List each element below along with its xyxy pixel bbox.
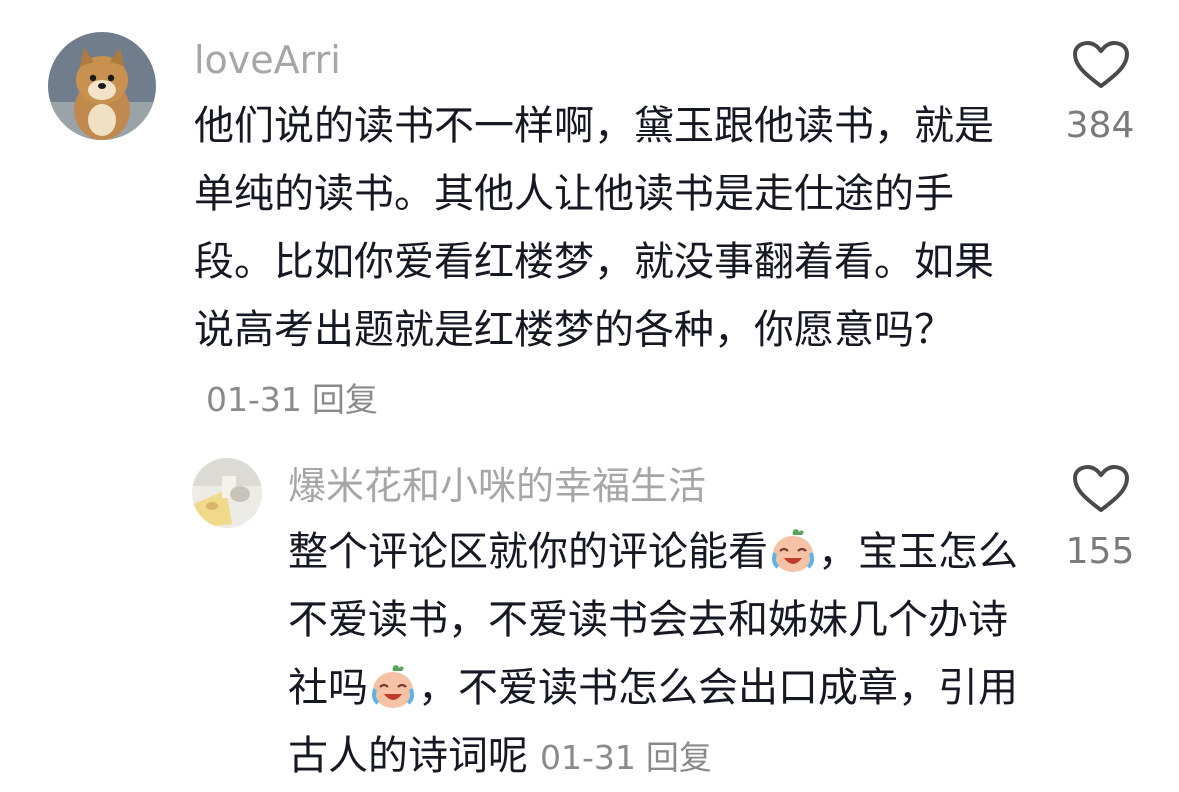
cat-photo-avatar-icon	[192, 458, 262, 528]
like-button[interactable]	[1072, 464, 1130, 514]
like-count: 155	[1065, 531, 1135, 572]
user-avatar[interactable]	[192, 458, 262, 528]
heart-outline-icon	[1073, 465, 1129, 512]
crying-laughing-emoji-icon	[768, 525, 818, 575]
reply-date: 01-31	[540, 738, 636, 777]
crying-laughing-emoji-icon	[368, 661, 418, 711]
reply-item: 爆米花和小咪的幸福生活 整个评论区就你的评论能看 ，宝玉怎么不爱读书，不爱读书会去…	[0, 0, 1179, 780]
reply-text: 整个评论区就你的评论能看 ，宝玉怎么不爱读书，不爱读书会去和姊妹几个办诗社吗 ，不爱…	[288, 518, 1018, 792]
reply-text-body-1: 整个评论区就你的评论能看	[288, 529, 768, 575]
reply-username[interactable]: 爆米花和小咪的幸福生活	[288, 464, 706, 508]
reply-button[interactable]: 回复	[646, 738, 712, 777]
